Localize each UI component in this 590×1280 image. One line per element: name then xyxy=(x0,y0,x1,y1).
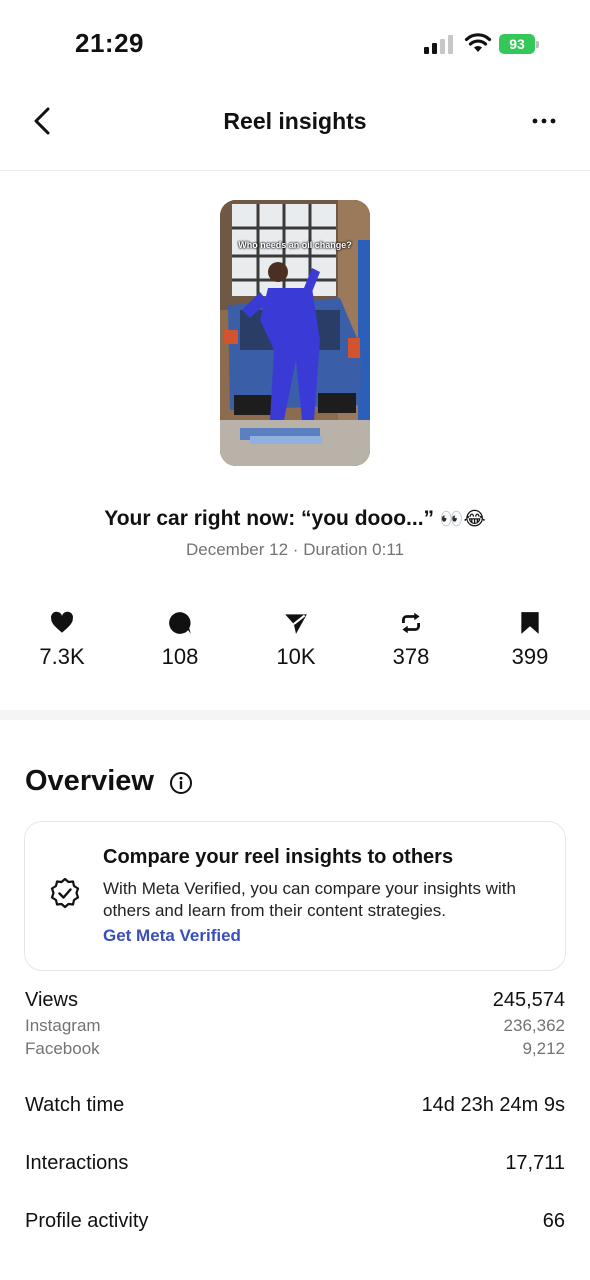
send-icon xyxy=(285,614,307,634)
verified-badge-icon xyxy=(50,877,80,909)
nav-divider xyxy=(0,170,590,171)
more-horizontal-icon[interactable] xyxy=(526,108,562,134)
reel-meta: December 12 · Duration 0:11 xyxy=(0,540,590,560)
repost-icon xyxy=(402,612,420,634)
watch-time-row[interactable]: Watch time 14d 23h 24m 9s xyxy=(25,1094,565,1124)
battery-level: 93 xyxy=(499,34,535,54)
heart-icon xyxy=(51,611,74,633)
reel-caption-emoji: 👀😂 xyxy=(439,508,486,530)
instagram-value: 236,362 xyxy=(503,1016,565,1035)
comments-count: 108 xyxy=(161,644,199,669)
section-divider xyxy=(0,710,590,720)
reel-caption-text: Your car right now: “you dooo...” xyxy=(104,507,435,530)
views-value: 245,574 xyxy=(492,989,565,1011)
watch-time-value: 14d 23h 24m 9s xyxy=(421,1094,565,1116)
nav-bar: Reel insights xyxy=(0,88,590,158)
status-time: 21:29 xyxy=(75,28,144,58)
profile-activity-label: Profile activity xyxy=(25,1210,149,1232)
reel-thumbnail[interactable]: Who needs an oil change? xyxy=(220,200,370,466)
reel-duration: Duration 0:11 xyxy=(303,540,404,559)
reposts-stat: 378 xyxy=(351,610,471,670)
get-meta-verified-link[interactable]: Get Meta Verified xyxy=(103,926,241,946)
info-icon[interactable] xyxy=(169,771,193,795)
cellular-signal-icon xyxy=(424,35,453,54)
reposts-count: 378 xyxy=(392,644,430,669)
comment-icon xyxy=(169,612,191,634)
interactions-row[interactable]: Interactions 17,711 xyxy=(25,1152,565,1182)
interactions-value: 17,711 xyxy=(505,1152,565,1174)
saves-stat: 399 xyxy=(470,610,590,670)
reel-overlay-text: Who needs an oil change? xyxy=(238,240,352,250)
battery-icon: 93 xyxy=(499,34,539,54)
card-title: Compare your reel insights to others xyxy=(103,846,454,868)
wifi-icon xyxy=(464,33,492,52)
engagement-stats: 7.3K 108 10K 378 399 xyxy=(0,610,590,680)
likes-stat: 7.3K xyxy=(2,610,122,670)
facebook-views-row: Facebook 9,212 xyxy=(25,1039,565,1069)
card-description: With Meta Verified, you can compare your… xyxy=(103,879,516,920)
meta-verified-card: Compare your reel insights to others Wit… xyxy=(24,821,566,971)
status-bar: 21:29 93 xyxy=(0,0,590,80)
profile-activity-row[interactable]: Profile activity 66 xyxy=(25,1210,565,1240)
profile-activity-value: 66 xyxy=(542,1210,565,1232)
shares-count: 10K xyxy=(276,644,316,669)
instagram-label: Instagram xyxy=(25,1016,101,1035)
likes-count: 7.3K xyxy=(39,644,85,669)
facebook-label: Facebook xyxy=(25,1039,100,1058)
meta-separator: · xyxy=(292,540,299,559)
reel-date: December 12 xyxy=(185,540,289,559)
overview-title: Overview xyxy=(25,765,154,797)
bookmark-icon xyxy=(521,612,539,634)
reel-caption: Your car right now: “you dooo...” 👀😂 xyxy=(0,507,590,531)
saves-count: 399 xyxy=(511,644,549,669)
page-title: Reel insights xyxy=(223,108,367,134)
views-row[interactable]: Views 245,574 xyxy=(25,989,565,1019)
shares-stat: 10K xyxy=(236,610,356,670)
views-label: Views xyxy=(25,989,78,1011)
watch-time-label: Watch time xyxy=(25,1094,125,1116)
comments-stat: 108 xyxy=(120,610,240,670)
facebook-value: 9,212 xyxy=(522,1039,565,1058)
interactions-label: Interactions xyxy=(25,1152,129,1174)
